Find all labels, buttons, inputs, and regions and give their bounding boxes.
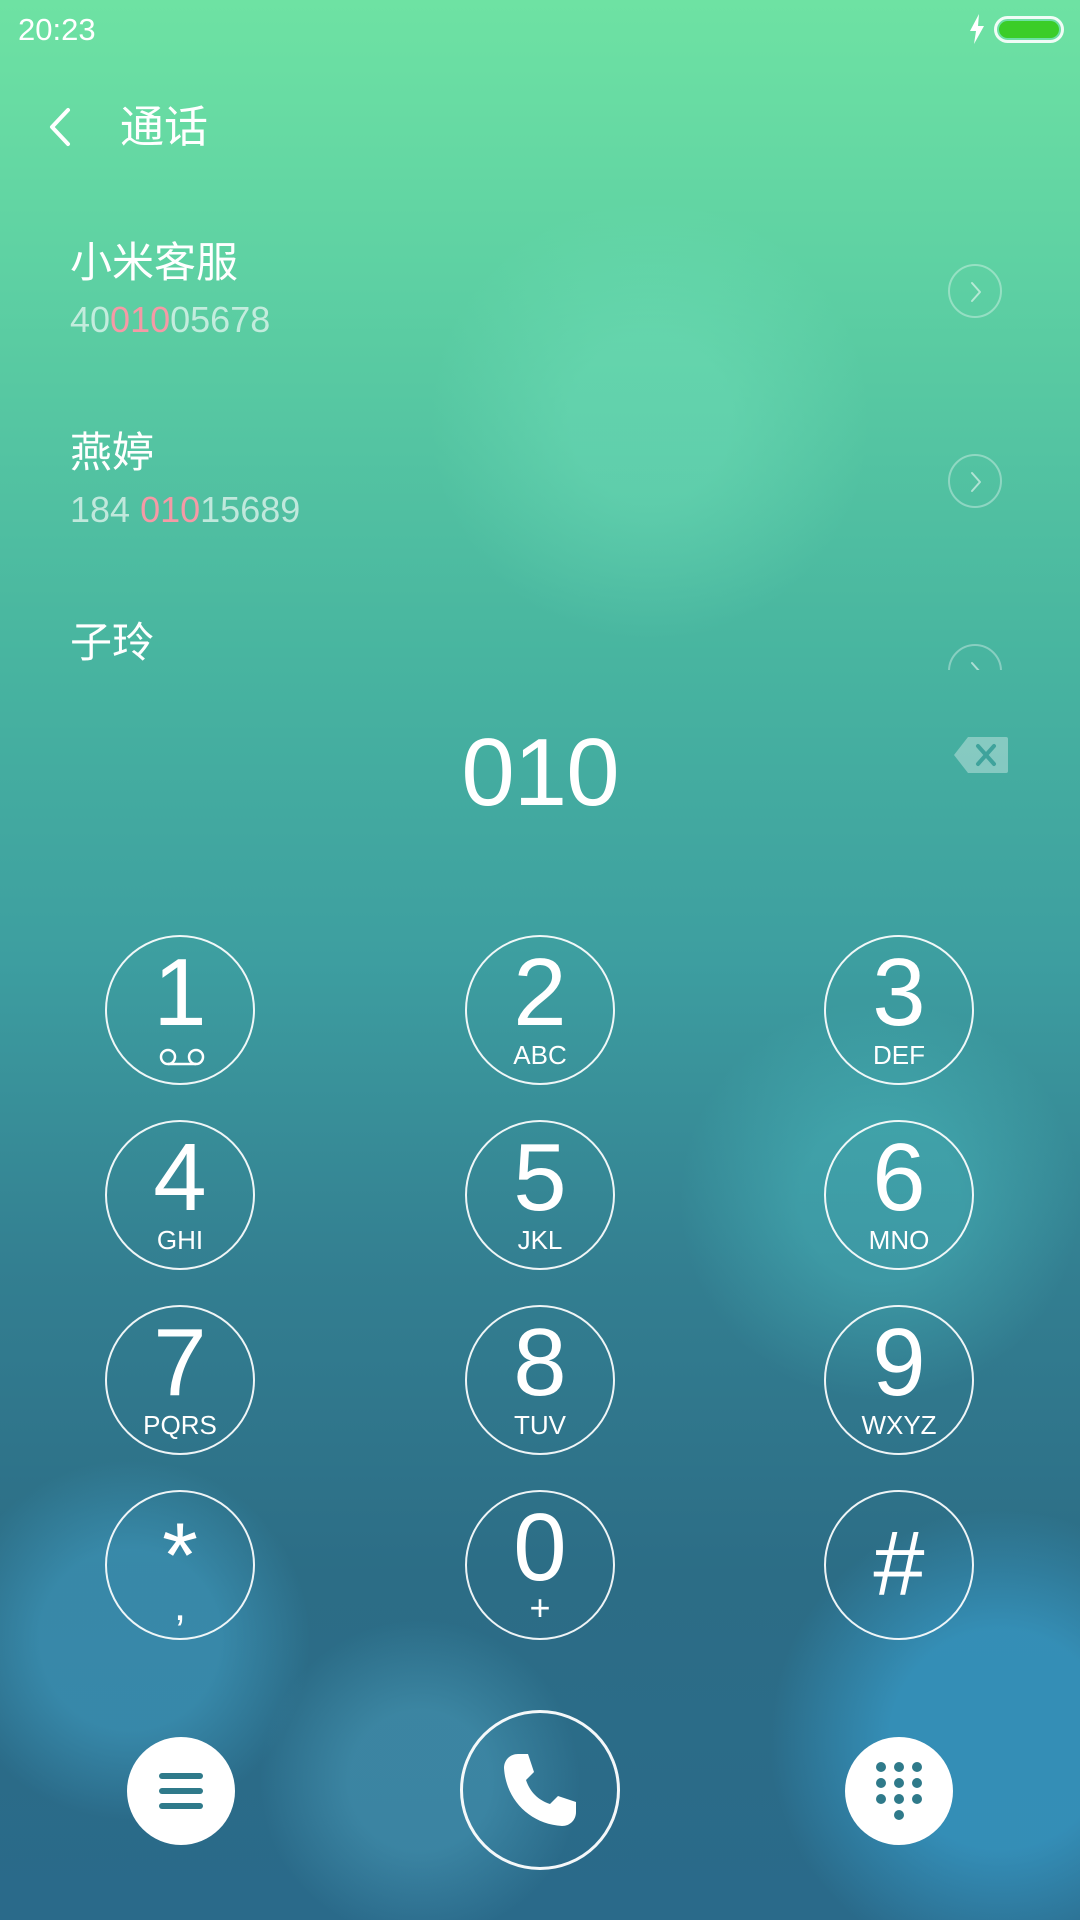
contact-name: 子玲 xyxy=(70,618,155,667)
number-suffix: 15689 xyxy=(200,489,301,530)
contact-number: 4001005678 xyxy=(70,300,270,340)
call-button[interactable] xyxy=(460,1710,620,1870)
key-letters: JKL xyxy=(517,1225,563,1255)
number-prefix: 40 xyxy=(70,299,111,340)
contact-result-item[interactable]: 小米客服 4001005678 xyxy=(0,220,1080,400)
number-match: 010 xyxy=(140,489,201,530)
back-chevron-icon[interactable] xyxy=(44,104,78,150)
key-letters: + xyxy=(529,1587,551,1628)
chevron-right-icon xyxy=(971,662,980,670)
key-3[interactable]: 3 DEF xyxy=(824,935,974,1085)
battery-icon xyxy=(994,16,1064,43)
contact-name: 小米客服 xyxy=(70,238,239,287)
status-time: 20:23 xyxy=(18,12,96,47)
key-4[interactable]: 4 GHI xyxy=(105,1120,255,1270)
key-digit: 3 xyxy=(872,939,926,1046)
dialpad-icon xyxy=(876,1762,922,1820)
number-match: 010 xyxy=(110,299,171,340)
key-letters: DEF xyxy=(873,1040,925,1070)
key-7[interactable]: 7 PQRS xyxy=(105,1305,255,1455)
key-hash[interactable]: # xyxy=(824,1490,974,1640)
key-digit: 8 xyxy=(513,1309,567,1416)
dialpad-toggle-button[interactable] xyxy=(845,1737,953,1845)
contact-result-item[interactable]: 子玲 xyxy=(0,600,1080,670)
status-bar: 20:23 xyxy=(0,0,1080,62)
key-digit: 9 xyxy=(872,1309,926,1416)
page-title: 通话 xyxy=(120,102,208,153)
key-letters: GHI xyxy=(156,1225,204,1255)
number-prefix: 184 xyxy=(70,489,141,530)
key-letters: MNO xyxy=(868,1225,930,1255)
charging-icon xyxy=(970,14,984,44)
key-6[interactable]: 6 MNO xyxy=(824,1120,974,1270)
key-1[interactable]: 1 xyxy=(105,935,255,1085)
contact-name: 燕婷 xyxy=(70,428,155,477)
contact-detail-button[interactable] xyxy=(948,454,1002,508)
contact-detail-button[interactable] xyxy=(948,644,1002,670)
contact-result-item[interactable]: 燕婷 184 01015689 xyxy=(0,410,1080,590)
battery-fill xyxy=(999,21,1059,38)
key-letters: , xyxy=(173,1581,187,1630)
contact-results-list: 小米客服 4001005678 燕婷 184 01015689 子玲 xyxy=(0,220,1080,670)
key-8[interactable]: 8 TUV xyxy=(465,1305,615,1455)
key-letters: TUV xyxy=(514,1410,566,1440)
key-digit: 0 xyxy=(513,1494,567,1601)
key-digit: # xyxy=(873,1513,925,1615)
chevron-right-icon xyxy=(971,472,981,492)
key-digit: 6 xyxy=(872,1124,926,1231)
key-digit: 5 xyxy=(513,1124,567,1231)
key-digit: 2 xyxy=(513,939,567,1046)
key-2[interactable]: 2 ABC xyxy=(465,935,615,1085)
key-digit: 1 xyxy=(153,939,207,1046)
key-0[interactable]: 0 + xyxy=(465,1490,615,1640)
key-5[interactable]: 5 JKL xyxy=(465,1120,615,1270)
key-star[interactable]: * , xyxy=(105,1490,255,1640)
key-letters: ABC xyxy=(513,1040,567,1070)
key-digit: 7 xyxy=(153,1309,207,1416)
voicemail-icon xyxy=(159,1048,205,1066)
phone-icon xyxy=(504,1754,576,1826)
contact-number: 184 01015689 xyxy=(70,490,300,530)
backspace-icon[interactable] xyxy=(952,735,1010,775)
key-letters: PQRS xyxy=(143,1410,217,1440)
number-suffix: 05678 xyxy=(170,299,271,340)
menu-button[interactable] xyxy=(127,1737,235,1845)
chevron-right-icon xyxy=(971,282,981,302)
dialer-screen: 20:23 通话 小米客服 4001005678 燕婷 184 01015689 xyxy=(0,0,1080,1920)
contact-detail-button[interactable] xyxy=(948,264,1002,318)
key-9[interactable]: 9 WXYZ xyxy=(824,1305,974,1455)
dialed-number-display: 010 xyxy=(461,719,619,826)
menu-icon xyxy=(159,1773,203,1809)
key-letters: WXYZ xyxy=(861,1410,937,1440)
key-digit: 4 xyxy=(153,1124,207,1231)
